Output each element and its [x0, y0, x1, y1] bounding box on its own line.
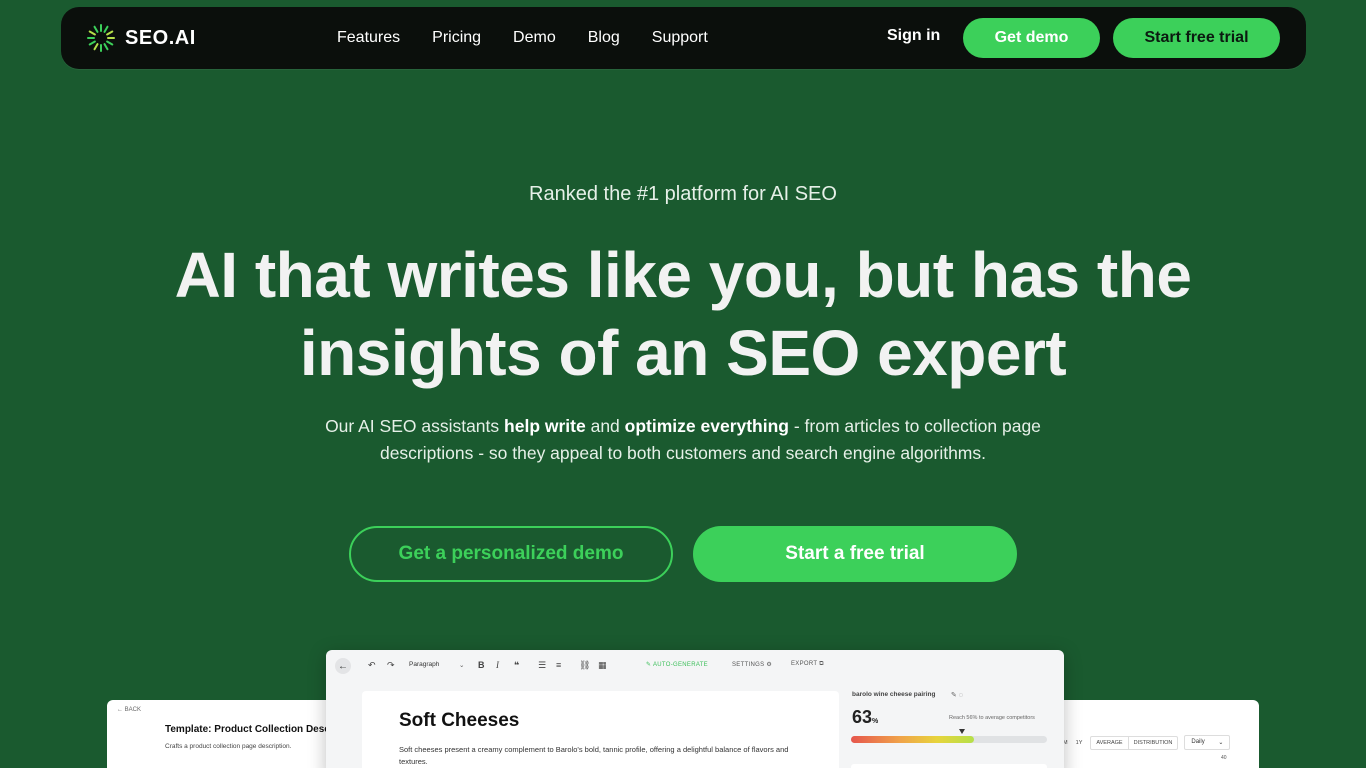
- template-title: Template: Product Collection Desc: [165, 724, 330, 735]
- score-bar-fill: [851, 736, 974, 743]
- settings-button[interactable]: SETTINGS ⚙: [732, 661, 772, 668]
- italic-icon[interactable]: I: [496, 660, 499, 670]
- interval-value: Daily: [1191, 739, 1205, 745]
- template-description: Crafts a product collection page descrip…: [165, 743, 292, 750]
- hero-description: Our AI SEO assistants help write and opt…: [283, 413, 1083, 467]
- document-paragraph[interactable]: Soft cheeses present a creamy complement…: [399, 744, 799, 768]
- analytics-card: 6M 1Y AVERAGE DISTRIBUTION Daily ⌄ 40: [1040, 700, 1259, 768]
- editor-canvas[interactable]: Soft Cheeses Soft cheeses present a crea…: [362, 691, 839, 768]
- nav-link-blog[interactable]: Blog: [588, 29, 620, 47]
- document-heading[interactable]: Soft Cheeses: [399, 710, 519, 732]
- headline-line-1: AI that writes like you, but has the: [174, 239, 1192, 311]
- seo-score: 63%: [852, 707, 878, 728]
- start-free-trial-button[interactable]: Start free trial: [1113, 18, 1280, 58]
- auto-generate-label: AUTO-GENERATE: [652, 662, 708, 668]
- auto-generate-button[interactable]: ✎ AUTO-GENERATE: [646, 661, 708, 668]
- gear-icon: ⚙: [766, 662, 773, 668]
- table-icon[interactable]: ▦: [598, 660, 607, 671]
- link-icon[interactable]: ⛓: [579, 660, 590, 671]
- hero-tagline: Ranked the #1 platform for AI SEO: [529, 183, 837, 205]
- nav-link-features[interactable]: Features: [337, 29, 400, 47]
- hero-headline: AI that writes like you, but has the ins…: [0, 236, 1366, 392]
- settings-label: SETTINGS: [732, 662, 765, 668]
- chart-controls: 6M 1Y AVERAGE DISTRIBUTION Daily ⌄: [1060, 735, 1231, 750]
- reach-hint: Reach 56% to average competitors: [949, 715, 1035, 721]
- chevron-down-icon: ⌄: [1218, 740, 1224, 746]
- redo-icon[interactable]: ↷: [387, 660, 395, 671]
- numbered-list-icon[interactable]: ≡: [556, 660, 561, 670]
- nav-link-pricing[interactable]: Pricing: [432, 29, 481, 47]
- description-bold-1: help write: [504, 416, 586, 436]
- personalized-demo-button[interactable]: Get a personalized demo: [349, 526, 673, 582]
- range-1y[interactable]: 1Y: [1076, 740, 1083, 746]
- target-keyword: barolo wine cheese pairing: [852, 691, 936, 698]
- nav-link-support[interactable]: Support: [652, 29, 708, 47]
- description-text-1: Our AI SEO assistants: [325, 416, 505, 436]
- distribution-toggle[interactable]: DISTRIBUTION: [1127, 736, 1178, 749]
- logo[interactable]: SEO.AI: [85, 23, 196, 53]
- sign-in-link[interactable]: Sign in: [887, 27, 940, 45]
- back-arrow-icon[interactable]: ←: [335, 658, 351, 674]
- sunburst-logo-icon: [87, 24, 115, 52]
- seo-score-unit: %: [872, 718, 879, 725]
- nav-links: Features Pricing Demo Blog Support: [337, 7, 740, 69]
- quote-icon[interactable]: ❝: [514, 660, 519, 671]
- logo-text: SEO.AI: [125, 26, 196, 49]
- export-button[interactable]: EXPORT ⧉: [791, 661, 824, 668]
- seo-score-value: 63: [852, 707, 873, 727]
- axis-tick: 40: [1221, 755, 1227, 761]
- headline-line-2: insights of an SEO expert: [299, 317, 1067, 389]
- export-label: EXPORT: [791, 661, 818, 667]
- interval-select[interactable]: Daily ⌄: [1184, 735, 1231, 750]
- editor-window: ← ↶ ↷ Paragraph ⌄ B I ❝ ☰ ≡ ⛓ ▦ ✎ AUTO-G…: [326, 650, 1064, 768]
- bold-icon[interactable]: B: [478, 660, 485, 670]
- template-card: ← BACK Template: Product Collection Desc…: [107, 700, 347, 768]
- copy-icon: ⧉: [819, 661, 824, 667]
- bullet-list-icon[interactable]: ☰: [538, 660, 546, 671]
- undo-icon[interactable]: ↶: [368, 660, 376, 671]
- next-panel-card: [851, 764, 1047, 768]
- average-toggle[interactable]: AVERAGE: [1091, 737, 1127, 749]
- nav-link-demo[interactable]: Demo: [513, 29, 556, 47]
- back-link[interactable]: ← BACK: [117, 707, 141, 713]
- paragraph-select[interactable]: Paragraph: [409, 661, 439, 668]
- score-target-marker: [959, 729, 965, 734]
- view-toggle: AVERAGE DISTRIBUTION: [1090, 735, 1179, 750]
- get-demo-button[interactable]: Get demo: [963, 18, 1100, 58]
- chevron-down-icon: ⌄: [459, 662, 465, 669]
- free-trial-button[interactable]: Start a free trial: [693, 526, 1017, 582]
- top-navbar: SEO.AI Features Pricing Demo Blog Suppor…: [61, 7, 1306, 69]
- edit-icon[interactable]: ✎ ◌: [951, 691, 963, 699]
- seo-score-panel: barolo wine cheese pairing ✎ ◌ 63% Reach…: [851, 691, 1047, 768]
- description-bold-2: optimize everything: [624, 416, 789, 436]
- description-text-2: and: [585, 416, 625, 436]
